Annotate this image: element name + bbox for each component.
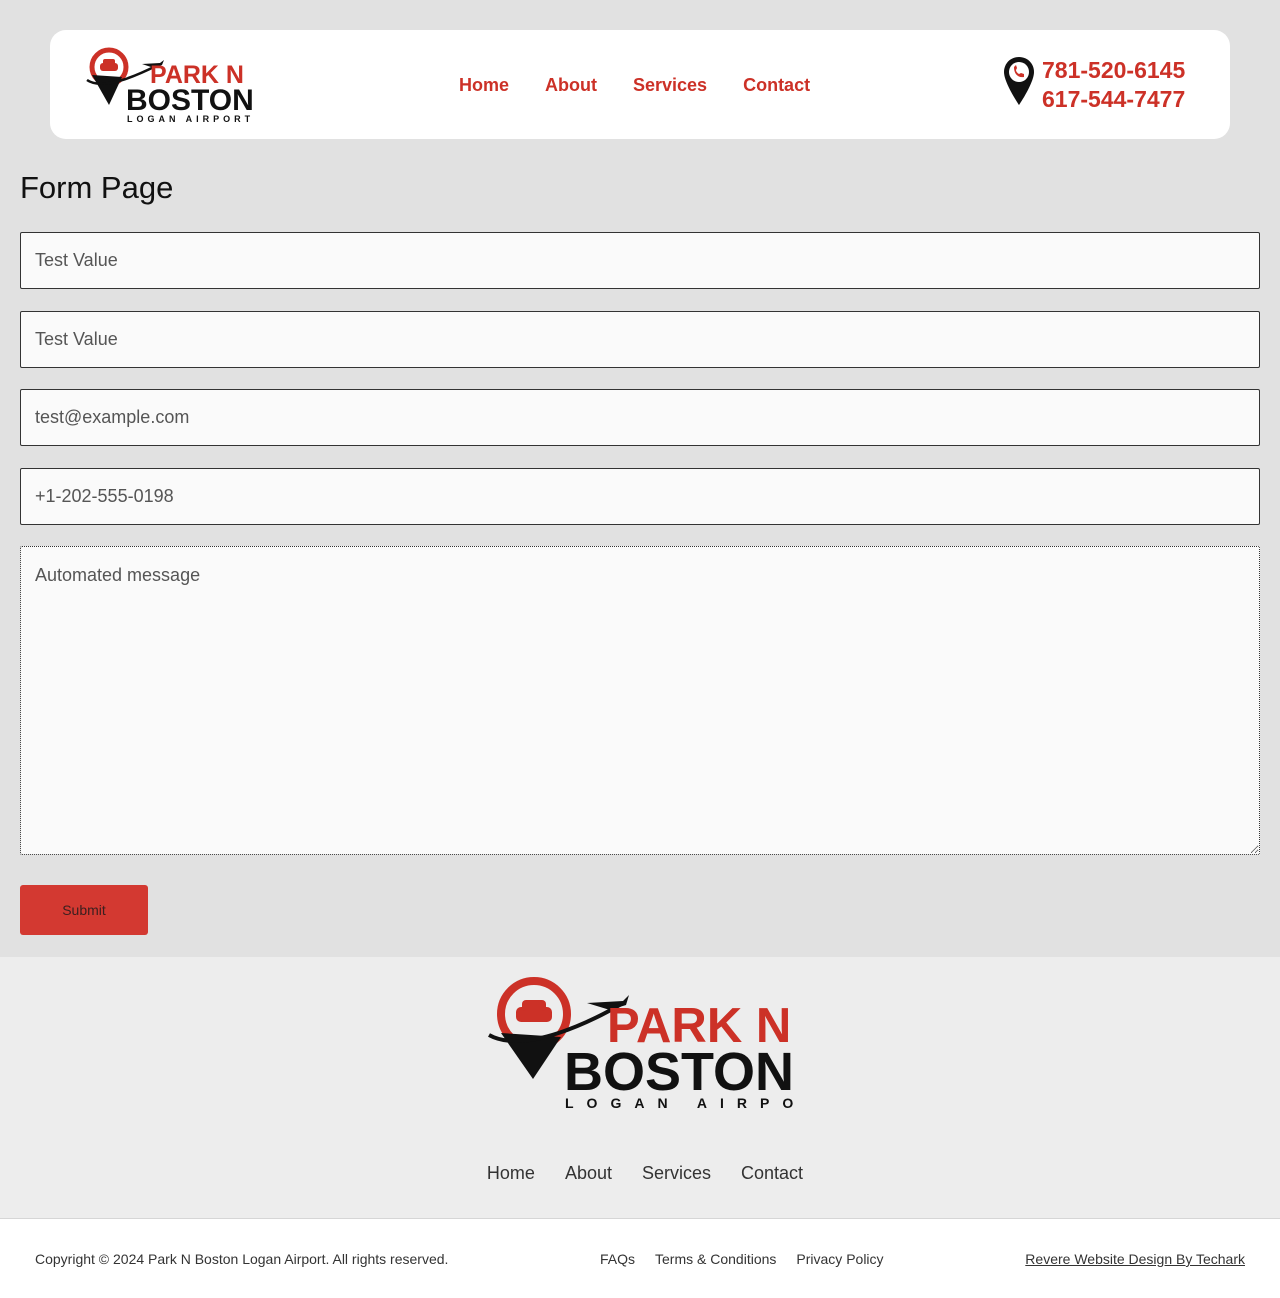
footer-logo[interactable]: PARK N BOSTON LOGAN AIRPORT [485,975,838,1113]
svg-text:BOSTON: BOSTON [126,84,254,117]
phone-field[interactable] [20,468,1260,525]
footer-nav: Home About Services Contact [0,1162,1280,1184]
copyright-text: Copyright © 2024 Park N Boston Logan Air… [35,1251,449,1267]
phone-number-2[interactable]: 617-544-7477 [1042,85,1185,114]
message-textarea[interactable]: Automated message [20,546,1260,855]
phone-number-1[interactable]: 781-520-6145 [1042,56,1185,85]
site-logo[interactable]: PARK N BOSTON LOGAN AIRPORT [84,47,256,124]
design-credit-link[interactable]: Revere Website Design By Techark [1025,1250,1245,1268]
footer-nav-about[interactable]: About [565,1162,612,1184]
header-phone-numbers: 781-520-6145 617-544-7477 [1042,56,1185,114]
site-footer: PARK N BOSTON LOGAN AIRPORT Home About S… [0,957,1280,1218]
email-field[interactable] [20,389,1260,446]
header-phone-block: 781-520-6145 617-544-7477 [1002,54,1202,114]
nav-contact[interactable]: Contact [743,74,810,96]
legal-links: FAQs Terms & Conditions Privacy Policy [600,1250,884,1268]
nav-about[interactable]: About [545,74,597,96]
privacy-link[interactable]: Privacy Policy [796,1250,883,1268]
svg-text:LOGAN AIRPORT: LOGAN AIRPORT [565,1095,797,1111]
faqs-link[interactable]: FAQs [600,1250,635,1268]
submit-button[interactable]: Submit [20,885,148,935]
location-pin-phone-icon [1004,57,1034,105]
terms-link[interactable]: Terms & Conditions [655,1250,776,1268]
page-title: Form Page [20,170,174,205]
first-field[interactable] [20,232,1260,289]
site-header: PARK N BOSTON LOGAN AIRPORT Home About S… [50,30,1230,139]
main-nav: Home About Services Contact [459,74,810,96]
svg-text:LOGAN AIRPORT: LOGAN AIRPORT [127,114,254,123]
svg-text:BOSTON: BOSTON [564,1042,794,1102]
footer-bottom-bar: Copyright © 2024 Park N Boston Logan Air… [0,1218,1280,1298]
park-n-boston-logo: PARK N BOSTON LOGAN AIRPORT [86,47,254,124]
footer-nav-home[interactable]: Home [487,1162,535,1184]
nav-home[interactable]: Home [459,74,509,96]
footer-nav-contact[interactable]: Contact [741,1162,803,1184]
park-n-boston-logo-large: PARK N BOSTON LOGAN AIRPORT [488,977,838,1111]
second-field[interactable] [20,311,1260,368]
nav-services[interactable]: Services [633,74,707,96]
footer-nav-services[interactable]: Services [642,1162,711,1184]
